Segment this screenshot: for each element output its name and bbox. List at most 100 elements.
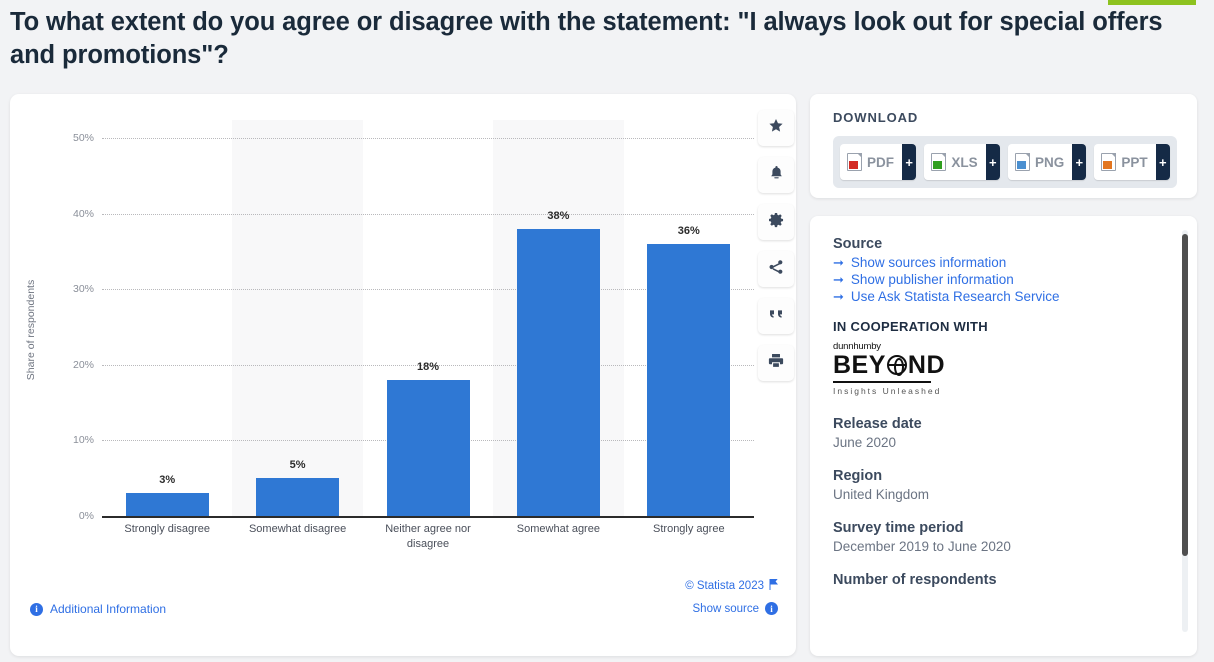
source-link[interactable]: ➞ Show publisher information: [833, 272, 1153, 288]
info-card: Source ➞ Show sources information ➞ Show pub…: [810, 216, 1197, 656]
y-axis-tick-label: 20%: [72, 358, 94, 371]
bar-value-label: 5%: [289, 459, 306, 472]
download-button-label: PNG: [1034, 154, 1065, 170]
source-link[interactable]: ➞ Show sources information: [833, 255, 1153, 271]
file-type-badge: [1016, 161, 1026, 169]
info-icon: i: [765, 602, 778, 615]
additional-information-link[interactable]: i Additional Information: [30, 602, 166, 616]
x-axis-category-label: Somewhat agree: [516, 523, 600, 535]
copyright-notice: © Statista 2023: [685, 578, 779, 593]
y-axis-tick-label: 30%: [72, 283, 94, 296]
y-axis-title: Share of respondents: [25, 279, 37, 381]
bar-value-label: 18%: [416, 360, 440, 373]
info-field-label: Region: [833, 468, 883, 485]
top-accent-bar: [1108, 0, 1196, 5]
gridline: [102, 138, 754, 139]
arrow-icon: ➞: [833, 272, 844, 287]
additional-information-label: Additional Information: [50, 602, 167, 616]
download-button-main[interactable]: PPT: [1094, 144, 1156, 180]
y-axis-tick-label: 10%: [72, 434, 94, 447]
download-card: DOWNLOAD PDF + XLS + PNG + PPT +: [810, 94, 1197, 198]
share-button[interactable]: [758, 251, 794, 287]
file-xls-icon: [931, 153, 947, 171]
file-png-icon: [1014, 153, 1030, 171]
logo-tagline: Insights Unleashed: [833, 386, 942, 397]
download-button-label: XLS: [951, 154, 978, 170]
chart-bar[interactable]: [256, 478, 340, 516]
download-options-button[interactable]: +: [985, 144, 1000, 180]
chart-bar[interactable]: [125, 493, 209, 516]
logo-divider: [833, 381, 931, 384]
copyright-text: © Statista 2023: [685, 580, 764, 592]
info-field-label: Release date: [833, 416, 922, 433]
scrollbar-thumb[interactable]: [1182, 234, 1188, 556]
gear-button[interactable]: [758, 204, 794, 240]
show-source-link[interactable]: Show source i: [693, 602, 778, 615]
x-axis-category-label: Somewhat disagree: [248, 523, 347, 535]
download-button-main[interactable]: PNG: [1007, 144, 1073, 180]
bar-value-label: 3%: [159, 474, 176, 487]
download-button-label: PPT: [1121, 154, 1148, 170]
download-ppt-button[interactable]: PPT +: [1094, 144, 1171, 180]
source-link[interactable]: ➞ Use Ask Statista Research Service: [833, 289, 1153, 305]
file-pdf-icon: [847, 153, 862, 171]
beyond-text-right: ND: [907, 351, 946, 379]
download-xls-button[interactable]: XLS +: [924, 144, 1000, 180]
chart-band: [232, 120, 363, 516]
print-button[interactable]: [758, 345, 794, 381]
info-field-value: June 2020: [833, 435, 897, 451]
chart-toolbar: [758, 110, 794, 392]
arrow-icon: ➞: [833, 289, 844, 304]
chart-plot-area: 0% 10% 20% 30% 40% 50% Share of respondents 3% S…: [10, 94, 796, 656]
info-content: Source ➞ Show sources information ➞ Show pub…: [833, 236, 1153, 591]
chart-bar[interactable]: [386, 379, 470, 516]
chart-bar[interactable]: [647, 243, 731, 516]
source-link-label: Show sources information: [850, 255, 1007, 270]
bar-value-label: 38%: [547, 209, 570, 222]
file-type-badge: [849, 161, 858, 169]
info-field-value: United Kingdom: [833, 487, 930, 503]
page-title: To what extent do you agree or disagree …: [10, 8, 1163, 69]
y-axis-tick-label: 40%: [72, 207, 94, 220]
chart-bar[interactable]: [516, 228, 600, 516]
download-options-button[interactable]: +: [902, 144, 917, 180]
source-heading: Source: [833, 236, 883, 252]
download-button-main[interactable]: XLS: [924, 144, 986, 180]
star-button[interactable]: [758, 110, 794, 146]
bell-icon: [769, 165, 784, 186]
beyond-text-left: BEY: [833, 351, 886, 379]
show-source-label: Show source: [692, 602, 759, 615]
chart-card: 0% 10% 20% 30% 40% 50% Share of respondents 3% S…: [10, 94, 796, 656]
bell-button[interactable]: [758, 157, 794, 193]
bar-value-label: 36%: [677, 224, 700, 237]
arrow-icon: ➞: [833, 255, 844, 270]
download-pdf-button[interactable]: PDF +: [840, 144, 917, 180]
x-axis-category-label: Neither agree nor disagree: [385, 523, 471, 551]
cooperation-heading: IN COOPERATION WITH: [833, 319, 988, 334]
share-icon: [768, 259, 784, 280]
beyond-wordmark: BEY ND: [833, 351, 1153, 379]
info-field-label: Survey time period: [833, 520, 964, 537]
x-axis-line: [102, 516, 754, 518]
quote-button[interactable]: [758, 298, 794, 334]
download-options-button[interactable]: +: [1072, 144, 1087, 180]
file-ppt-icon: [1101, 153, 1117, 171]
flag-icon: [769, 578, 779, 593]
download-button-label: PDF: [867, 154, 894, 170]
y-axis-tick-label: 0%: [78, 510, 94, 522]
download-png-button[interactable]: PNG +: [1007, 144, 1087, 180]
gear-icon: [768, 212, 784, 233]
x-axis-category-label: Strongly agree: [653, 523, 725, 535]
globe-icon: [886, 355, 907, 377]
source-link-label: Use Ask Statista Research Service: [850, 289, 1060, 304]
download-heading: DOWNLOAD: [833, 110, 919, 125]
info-icon: i: [30, 602, 43, 616]
page-root: To what extent do you agree or disagree …: [0, 0, 1214, 662]
download-options-button[interactable]: +: [1155, 144, 1171, 180]
info-field-value: December 2019 to June 2020: [833, 539, 1011, 555]
download-button-main[interactable]: PDF: [840, 144, 902, 180]
file-type-badge: [1103, 161, 1113, 169]
star-icon: [768, 118, 784, 139]
source-link-label: Show publisher information: [850, 272, 1014, 287]
quote-icon: [769, 307, 784, 325]
